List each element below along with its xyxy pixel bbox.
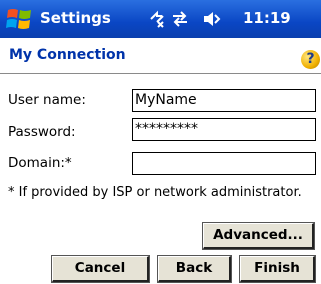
domain-label: Domain:* [8, 155, 72, 171]
cancel-button[interactable]: Cancel [51, 255, 150, 283]
finish-button[interactable]: Finish [239, 255, 316, 283]
username-label: User name: [8, 92, 86, 108]
isp-note: * If provided by ISP or network administ… [8, 185, 302, 200]
app-title: Settings [40, 9, 111, 27]
help-icon[interactable]: ? [301, 50, 320, 69]
advanced-button[interactable]: Advanced... [202, 222, 315, 250]
clock[interactable]: 11:19 [243, 9, 291, 27]
title-bar: Settings 11:19 [0, 0, 321, 38]
sync-icon[interactable] [171, 10, 189, 28]
volume-icon[interactable] [201, 9, 221, 29]
page-header: My Connection [0, 38, 321, 74]
back-button[interactable]: Back [157, 255, 232, 283]
password-field[interactable]: ********* [132, 118, 316, 141]
domain-field[interactable] [132, 152, 316, 175]
username-field[interactable]: MyName [132, 89, 316, 112]
windows-start-icon[interactable] [6, 7, 32, 31]
page-title: My Connection [9, 47, 126, 63]
connectivity-icon[interactable] [148, 10, 166, 28]
password-label: Password: [8, 124, 76, 140]
